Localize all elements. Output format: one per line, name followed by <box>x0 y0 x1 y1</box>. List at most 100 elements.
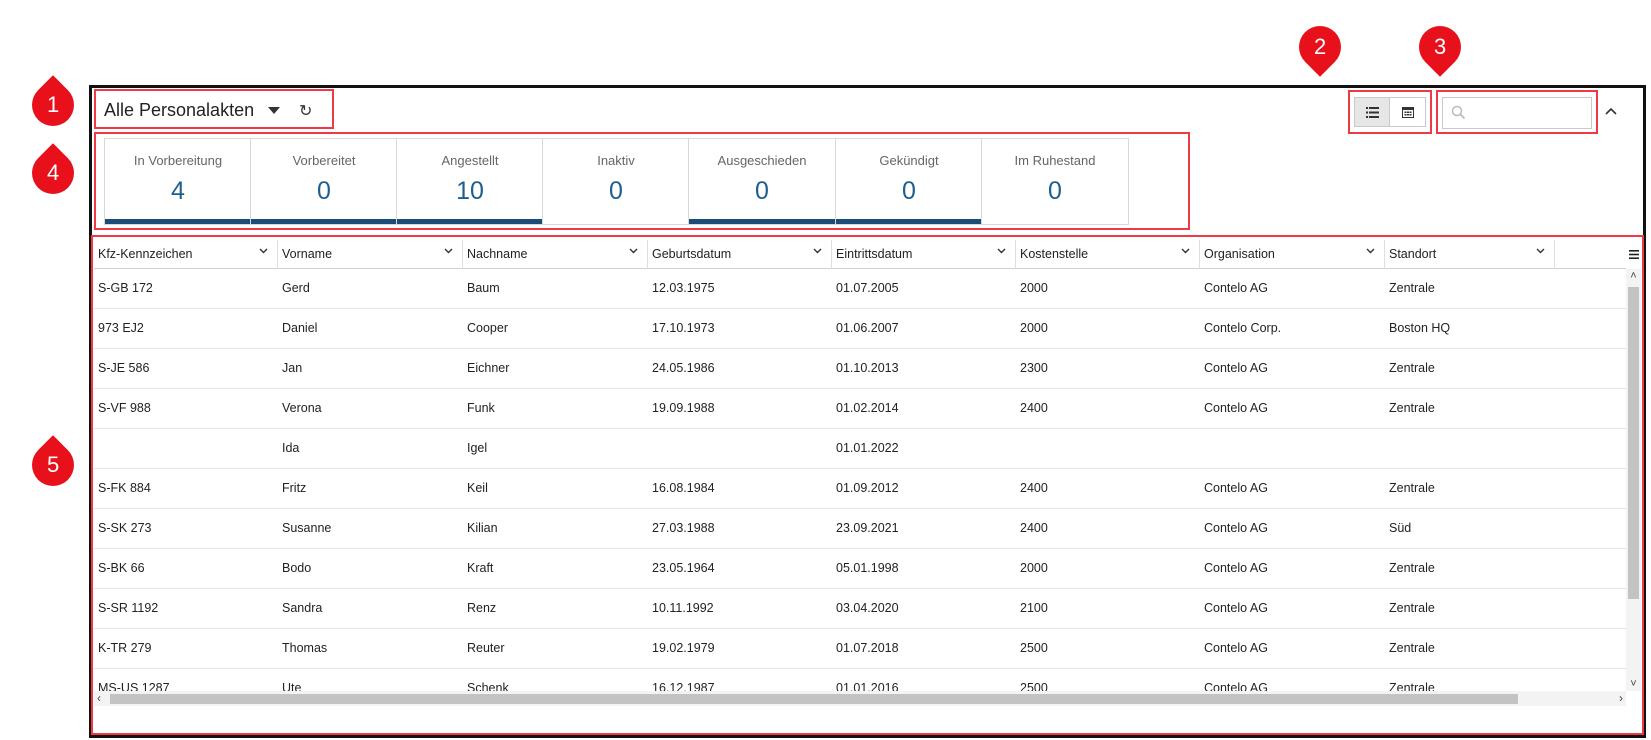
table-row[interactable]: S-FK 884 Fritz Keil 16.08.1984 01.09.2012 240… <box>94 469 1626 509</box>
status-card-label: Vorbereitet <box>292 153 356 168</box>
table-row[interactable]: Ida Igel 01.01.2022 <box>94 429 1626 469</box>
table-cell: 01.09.2012 <box>836 481 899 495</box>
vertical-scrollbar[interactable]: ˄ ˅ <box>1626 269 1641 691</box>
table-cell: K-TR 279 <box>98 641 152 655</box>
table-row[interactable]: S-BK 66 Bodo Kraft 23.05.1964 05.01.1998 2000… <box>94 549 1626 589</box>
refresh-icon[interactable]: ↻ <box>299 101 312 121</box>
status-card-label: In Vorbereitung <box>133 153 223 168</box>
horizontal-scrollbar[interactable]: ‹ › <box>94 691 1626 706</box>
scroll-right-icon[interactable]: › <box>1619 691 1623 705</box>
table-cell: 2400 <box>1020 481 1048 495</box>
table-cell: Igel <box>467 441 488 455</box>
status-card[interactable]: Vorbereitet 0 <box>250 138 398 225</box>
table-cell: Schenk <box>467 681 509 691</box>
status-card[interactable]: Ausgeschieden 0 <box>688 138 836 225</box>
view-toggle[interactable] <box>1354 97 1426 127</box>
search-input[interactable] <box>1442 97 1592 129</box>
vertical-scroll-thumb[interactable] <box>1628 287 1639 599</box>
chevron-down-icon[interactable] <box>997 245 1006 257</box>
table-cell: 973 EJ2 <box>98 321 144 335</box>
table-row[interactable]: S-GB 172 Gerd Baum 12.03.1975 01.07.2005 2000… <box>94 269 1626 309</box>
column-header[interactable]: Nachname <box>463 240 648 269</box>
scroll-up-icon[interactable]: ˄ <box>1626 270 1641 282</box>
table-cell: Zentrale <box>1389 641 1435 655</box>
chevron-down-icon[interactable] <box>1366 245 1375 257</box>
column-header[interactable]: Geburtsdatum <box>648 240 832 269</box>
table-cell: MS-US 1287 <box>98 681 170 691</box>
table-cell: Contelo AG <box>1204 521 1268 535</box>
table-cell: Contelo AG <box>1204 561 1268 575</box>
table-row[interactable]: MS-US 1287 Ute Schenk 16.12.1987 01.01.2016 2… <box>94 669 1626 691</box>
status-card-bar <box>689 219 835 224</box>
table-row[interactable]: S-SR 1192 Sandra Renz 10.11.1992 03.04.2020 2… <box>94 589 1626 629</box>
status-card[interactable]: Inaktiv 0 <box>542 138 690 225</box>
table-cell: S-SR 1192 <box>98 601 159 615</box>
column-header-label: Standort <box>1389 247 1437 261</box>
status-card[interactable]: Gekündigt 0 <box>835 138 983 225</box>
table-cell: Zentrale <box>1389 281 1435 295</box>
calendar-view-button[interactable] <box>1390 98 1425 126</box>
table-cell: Contelo AG <box>1204 401 1268 415</box>
list-view-button[interactable] <box>1355 98 1391 126</box>
column-header[interactable]: Organisation <box>1200 240 1385 269</box>
chevron-down-icon[interactable] <box>444 245 453 257</box>
table-cell: Contelo Corp. <box>1204 321 1282 335</box>
callout-2: 2 <box>1290 17 1350 77</box>
table-cell: 01.07.2005 <box>836 281 899 295</box>
table-cell: 2000 <box>1020 281 1048 295</box>
chevron-down-icon[interactable] <box>629 245 638 257</box>
table-body: S-GB 172 Gerd Baum 12.03.1975 01.07.2005 2000… <box>94 269 1626 691</box>
table-cell: 23.09.2021 <box>836 521 899 535</box>
table-cell: 23.05.1964 <box>652 561 715 575</box>
status-card[interactable]: Im Ruhestand 0 <box>981 138 1129 225</box>
view-selector[interactable]: Alle Personalakten <box>104 100 281 121</box>
chevron-down-icon[interactable] <box>1536 245 1545 257</box>
table-cell: 19.02.1979 <box>652 641 715 655</box>
column-header-label: Kfz-Kennzeichen <box>98 247 193 261</box>
table-cell: S-FK 884 <box>98 481 151 495</box>
table-row[interactable]: S-SK 273 Susanne Kilian 27.03.1988 23.09.202… <box>94 509 1626 549</box>
table-cell: Zentrale <box>1389 361 1435 375</box>
column-header[interactable]: Kfz-Kennzeichen <box>94 240 278 269</box>
table-cell: Boston HQ <box>1389 321 1451 335</box>
column-menu-button[interactable] <box>1626 240 1641 269</box>
table-cell <box>648 429 832 468</box>
table-cell: Fritz <box>282 481 307 495</box>
table-row[interactable]: S-VF 988 Verona Funk 19.09.1988 01.02.2014 24… <box>94 389 1626 429</box>
column-header-label: Vorname <box>282 247 333 261</box>
column-header[interactable]: Vorname <box>278 240 463 269</box>
table-cell: 01.07.2018 <box>836 641 899 655</box>
chevron-down-icon[interactable] <box>1181 245 1190 257</box>
horizontal-scroll-thumb[interactable] <box>110 694 1518 704</box>
status-card-label: Inaktiv <box>597 153 635 168</box>
column-header[interactable]: Standort <box>1385 240 1555 269</box>
table-cell: Zentrale <box>1389 481 1435 495</box>
table-cell: 10.11.1992 <box>652 601 714 615</box>
column-header-label: Geburtsdatum <box>652 247 732 261</box>
table-row[interactable]: K-TR 279 Thomas Reuter 19.02.1979 01.07.2018… <box>94 629 1626 669</box>
scroll-left-icon[interactable]: ‹ <box>97 691 101 705</box>
table-cell: S-VF 988 <box>98 401 151 415</box>
status-card-count: 0 <box>1048 177 1062 205</box>
table-row[interactable]: S-JE 586 Jan Eichner 24.05.1986 01.10.2013 23… <box>94 349 1626 389</box>
chevron-down-icon[interactable] <box>813 245 822 257</box>
column-header[interactable]: Eintrittsdatum <box>832 240 1016 269</box>
table-cell: Süd <box>1389 521 1412 535</box>
status-card-label: Angestellt <box>441 153 499 168</box>
table-cell: Kilian <box>467 521 498 535</box>
table-cell <box>1016 429 1200 468</box>
scroll-down-icon[interactable]: ˅ <box>1626 678 1641 690</box>
collapse-button[interactable] <box>1605 102 1617 118</box>
callout-3: 3 <box>1410 17 1470 77</box>
callout-1: 1 <box>23 75 83 135</box>
status-card[interactable]: Angestellt 10 <box>396 138 544 225</box>
table-cell: Zentrale <box>1389 681 1435 691</box>
table-row[interactable]: 973 EJ2 Daniel Cooper 17.10.1973 01.06.2007 2… <box>94 309 1626 349</box>
status-card-count: 0 <box>317 177 331 205</box>
status-card[interactable]: In Vorbereitung 4 <box>104 138 252 225</box>
table-cell: Ute <box>282 681 302 691</box>
chevron-down-icon[interactable] <box>259 245 268 257</box>
table-cell: S-SK 273 <box>98 521 152 535</box>
column-header[interactable]: Kostenstelle <box>1016 240 1200 269</box>
table-cell: Verona <box>282 401 322 415</box>
